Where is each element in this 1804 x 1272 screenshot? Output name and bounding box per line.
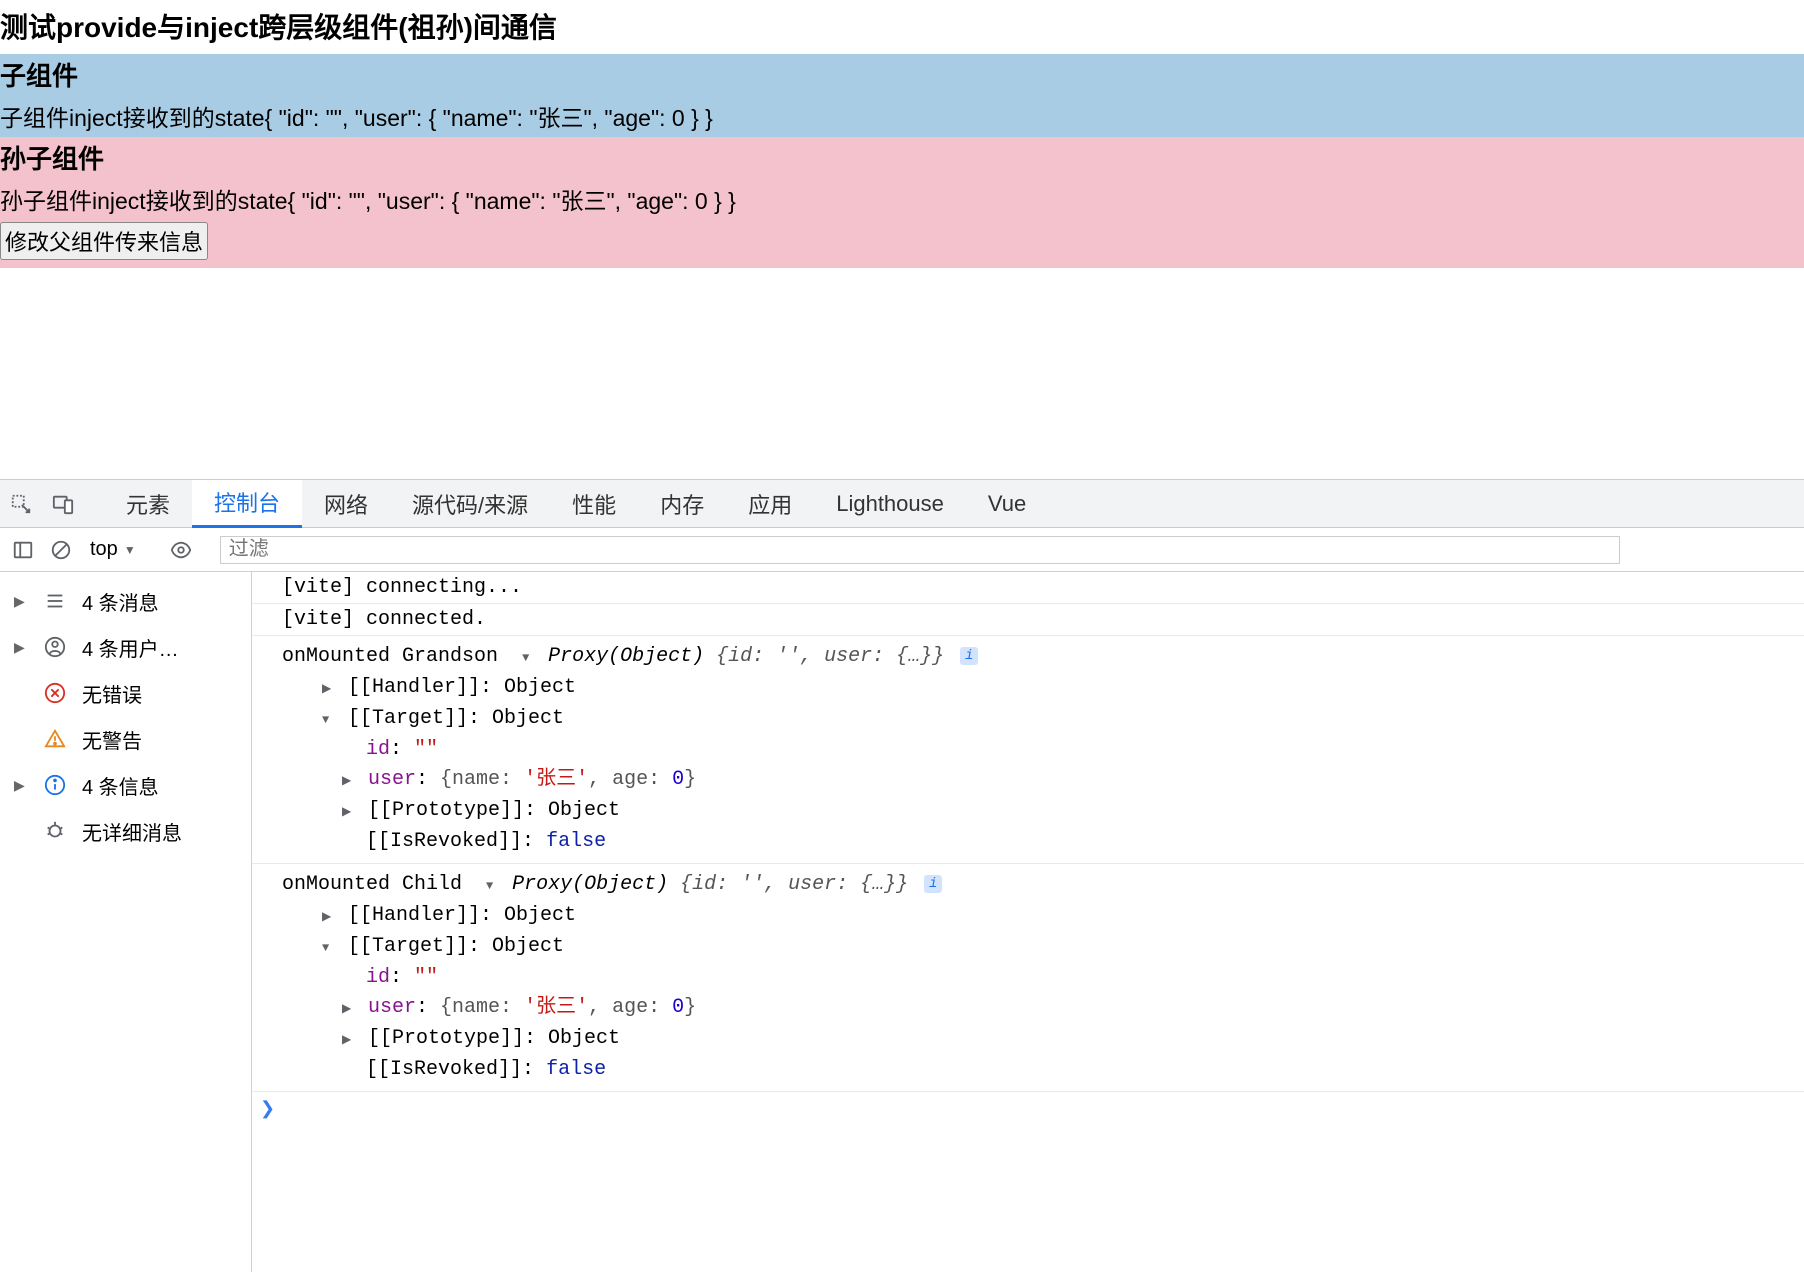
console-prompt[interactable]: ❯: [252, 1092, 1804, 1126]
sidebar-verbose-label: 无详细消息: [82, 817, 182, 846]
log-prototype[interactable]: ▶ [[Prototype]]: Object: [282, 1024, 1774, 1055]
console-toolbar: top ▼: [0, 528, 1804, 572]
caret-right-icon: ▶: [322, 902, 336, 932]
log-handler[interactable]: ▶ [[Handler]]: Object: [282, 901, 1774, 932]
clear-console-icon[interactable]: [46, 535, 76, 565]
sidebar-item-errors[interactable]: 无错误: [0, 670, 251, 716]
sidebar-info-label: 4 条信息: [82, 771, 159, 800]
sidebar-item-messages[interactable]: ▶ 4 条消息: [0, 578, 251, 624]
expand-caret-icon: ▶: [14, 639, 28, 656]
child-text: 子组件inject接收到的state{ "id": "", "user": { …: [0, 99, 1804, 133]
sidebar-item-info[interactable]: ▶ 4 条信息: [0, 762, 251, 808]
log-isrevoked: [[IsRevoked]]: false: [282, 1055, 1774, 1085]
caret-down-icon: ▼: [522, 643, 536, 673]
caret-down-icon: ▼: [322, 933, 336, 963]
log-target[interactable]: ▼ [[Target]]: Object: [282, 932, 1774, 963]
log-id: id: "": [282, 963, 1774, 993]
sidebar-item-user[interactable]: ▶ 4 条用户…: [0, 624, 251, 670]
log-isrevoked: [[IsRevoked]]: false: [282, 827, 1774, 857]
list-icon: [42, 588, 68, 614]
tab-application[interactable]: 应用: [726, 480, 814, 528]
info-badge-icon[interactable]: i: [924, 875, 942, 893]
log-child-block: onMounted Child ▼ Proxy(Object) {id: '',…: [252, 864, 1804, 1092]
expand-caret-icon: ▶: [14, 593, 28, 610]
log-child-summary[interactable]: onMounted Child ▼ Proxy(Object) {id: '',…: [282, 870, 1774, 901]
modify-parent-info-button[interactable]: 修改父组件传来信息: [0, 222, 208, 260]
log-prototype[interactable]: ▶ [[Prototype]]: Object: [282, 796, 1774, 827]
sidebar-item-warnings[interactable]: 无警告: [0, 716, 251, 762]
child-heading: 子组件: [0, 56, 1804, 93]
log-grandson-summary[interactable]: onMounted Grandson ▼ Proxy(Object) {id: …: [282, 642, 1774, 673]
caret-down-icon: ▼: [322, 705, 336, 735]
live-expression-icon[interactable]: [166, 535, 196, 565]
sidebar-toggle-icon[interactable]: [8, 535, 38, 565]
log-target[interactable]: ▼ [[Target]]: Object: [282, 704, 1774, 735]
caret-right-icon: ▶: [342, 797, 356, 827]
info-badge-icon[interactable]: i: [960, 647, 978, 665]
chevron-down-icon: ▼: [124, 543, 136, 557]
user-icon: [42, 634, 68, 660]
caret-right-icon: ▶: [342, 766, 356, 796]
tab-sources[interactable]: 源代码/来源: [390, 480, 550, 528]
child-component-panel: 子组件 子组件inject接收到的state{ "id": "", "user"…: [0, 54, 1804, 137]
log-id: id: "": [282, 735, 1774, 765]
caret-right-icon: ▶: [342, 1025, 356, 1055]
sidebar-warnings-label: 无警告: [82, 725, 142, 754]
devtools-tab-bar: 元素 控制台 网络 源代码/来源 性能 内存 应用 Lighthouse Vue: [0, 480, 1804, 528]
console-sidebar: ▶ 4 条消息 ▶ 4 条用户…: [0, 572, 252, 1272]
log-vite-connecting: [vite] connecting...: [252, 572, 1804, 604]
filter-input[interactable]: [220, 536, 1620, 564]
tab-vue[interactable]: Vue: [966, 480, 1048, 528]
console-messages: [vite] connecting... [vite] connected. o…: [252, 572, 1804, 1272]
caret-right-icon: ▶: [342, 994, 356, 1024]
context-selector[interactable]: top ▼: [84, 538, 142, 561]
tab-elements[interactable]: 元素: [104, 480, 192, 528]
log-grandson-block: onMounted Grandson ▼ Proxy(Object) {id: …: [252, 636, 1804, 864]
sidebar-item-verbose[interactable]: 无详细消息: [0, 808, 251, 854]
log-vite-connected: [vite] connected.: [252, 604, 1804, 636]
warning-icon: [42, 726, 68, 752]
sidebar-messages-label: 4 条消息: [82, 587, 159, 616]
devtools-panel: 元素 控制台 网络 源代码/来源 性能 内存 应用 Lighthouse Vue…: [0, 479, 1804, 1272]
grandchild-text: 孙子组件inject接收到的state{ "id": "", "user": {…: [0, 182, 1804, 216]
sidebar-errors-label: 无错误: [82, 679, 142, 708]
expand-caret-icon: ▶: [14, 777, 28, 794]
page-title: 测试provide与inject跨层级组件(祖孙)间通信: [0, 6, 1804, 46]
log-user[interactable]: ▶ user: {name: '张三', age: 0}: [282, 765, 1774, 796]
inspect-element-icon[interactable]: [0, 480, 42, 528]
device-toggle-icon[interactable]: [42, 480, 84, 528]
info-icon: [42, 772, 68, 798]
grandchild-heading: 孙子组件: [0, 139, 1804, 176]
sidebar-user-label: 4 条用户…: [82, 633, 179, 662]
error-icon: [42, 680, 68, 706]
log-user[interactable]: ▶ user: {name: '张三', age: 0}: [282, 993, 1774, 1024]
context-value: top: [90, 538, 118, 561]
caret-right-icon: ▶: [322, 674, 336, 704]
caret-down-icon: ▼: [486, 871, 500, 901]
tab-memory[interactable]: 内存: [638, 480, 726, 528]
tab-network[interactable]: 网络: [302, 480, 390, 528]
debug-icon: [42, 818, 68, 844]
grandchild-component-panel: 孙子组件 孙子组件inject接收到的state{ "id": "", "use…: [0, 137, 1804, 268]
tab-console[interactable]: 控制台: [192, 480, 302, 528]
tab-lighthouse[interactable]: Lighthouse: [814, 480, 966, 528]
tab-performance[interactable]: 性能: [550, 480, 638, 528]
log-handler[interactable]: ▶ [[Handler]]: Object: [282, 673, 1774, 704]
